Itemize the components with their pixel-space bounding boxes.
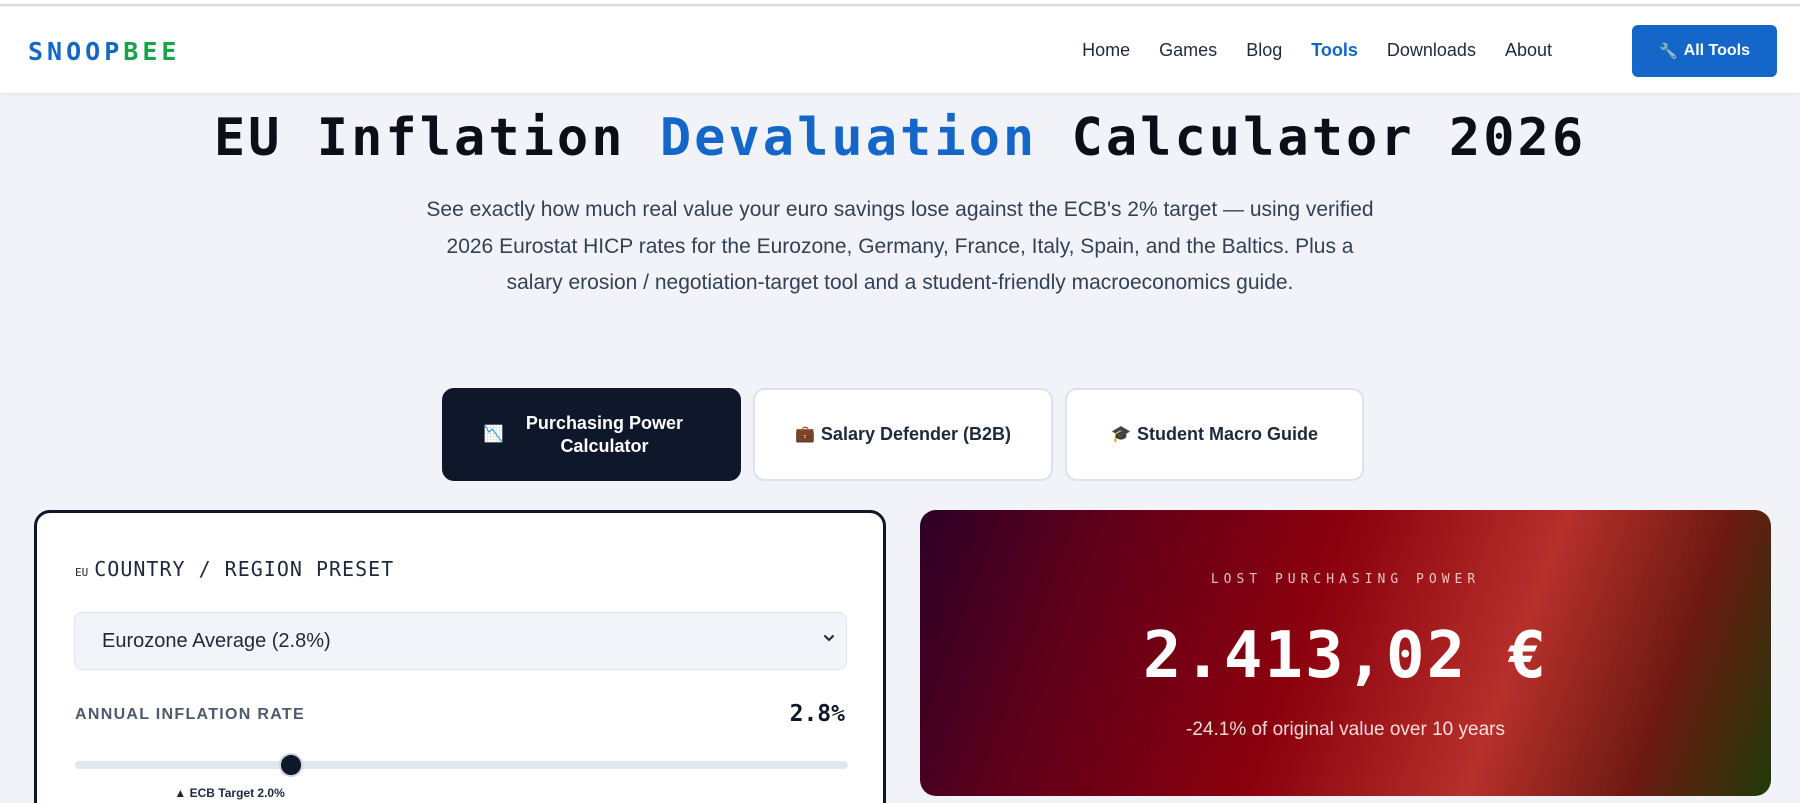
- nav-home[interactable]: Home: [1082, 40, 1130, 61]
- nav-tools[interactable]: Tools: [1311, 40, 1358, 61]
- graduation-cap-icon: 🎓: [1111, 426, 1131, 443]
- nav-blog[interactable]: Blog: [1246, 40, 1282, 61]
- result-amount: 2.413,02 €: [1142, 619, 1549, 693]
- briefcase-icon: 💼: [795, 426, 815, 443]
- region-label-text: COUNTRY / REGION PRESET: [94, 557, 395, 581]
- main-nav: Home Games Blog Tools Downloads About: [1053, 7, 1552, 94]
- tab-label: Salary Defender (B2B): [820, 424, 1011, 444]
- brand-logo-part2: BEE: [123, 37, 181, 66]
- title-pre: EU Inflation: [213, 108, 660, 168]
- all-tools-button[interactable]: 🔧 All Tools: [1632, 25, 1777, 77]
- slider-handle[interactable]: [279, 753, 304, 777]
- eu-flag-icon: EU: [75, 566, 89, 579]
- region-select[interactable]: Eurozone Average (2.8%): [74, 612, 847, 670]
- result-panel: LOST PURCHASING POWER 2.413,02 € -24.1% …: [920, 510, 1771, 796]
- all-tools-label: All Tools: [1683, 42, 1751, 59]
- brand-logo-part1: SNOOP: [28, 37, 124, 66]
- top-border: [0, 0, 1800, 6]
- result-label: LOST PURCHASING POWER: [1210, 572, 1481, 587]
- chevron-down-icon: [824, 635, 834, 641]
- inflation-rate-label: ANNUAL INFLATION RATE: [75, 706, 305, 723]
- region-select-value: Eurozone Average (2.8%): [102, 629, 331, 652]
- tab-student-macro[interactable]: 🎓 Student Macro Guide: [1065, 388, 1364, 481]
- tab-label: Student Macro Guide: [1136, 424, 1318, 444]
- chart-down-icon: 📉: [483, 426, 504, 443]
- result-detail: -24.1% of original value over 10 years: [1186, 719, 1505, 740]
- region-preset-label: EU COUNTRY / REGION PRESET: [75, 557, 394, 581]
- ecb-target-marker: ▲ ECB Target 2.0%: [174, 786, 285, 800]
- nav-about[interactable]: About: [1505, 40, 1552, 61]
- tab-label: Purchasing Power Calculator: [525, 412, 683, 456]
- tab-purchasing-power[interactable]: 📉 Purchasing Power Calculator: [442, 388, 741, 481]
- title-highlight: Devaluation: [659, 108, 1038, 168]
- nav-downloads[interactable]: Downloads: [1387, 40, 1476, 61]
- nav-games[interactable]: Games: [1159, 40, 1217, 61]
- calculator-panel: EU COUNTRY / REGION PRESET Eurozone Avera…: [34, 510, 886, 803]
- inflation-rate-slider[interactable]: [75, 753, 848, 777]
- title-post: Calculator 2026: [1037, 108, 1587, 168]
- brand-logo[interactable]: SNOOPBEE: [28, 38, 180, 66]
- tab-salary-defender[interactable]: 💼 Salary Defender (B2B): [753, 388, 1053, 481]
- wrench-icon: 🔧: [1658, 43, 1678, 60]
- page-subtitle: See exactly how much real value your eur…: [426, 198, 1374, 294]
- page-title: EU Inflation Devaluation Calculator 2026: [0, 108, 1800, 168]
- site-header: SNOOPBEE Home Games Blog Tools Downloads…: [0, 7, 1800, 94]
- inflation-rate-value: 2.8%: [789, 701, 845, 727]
